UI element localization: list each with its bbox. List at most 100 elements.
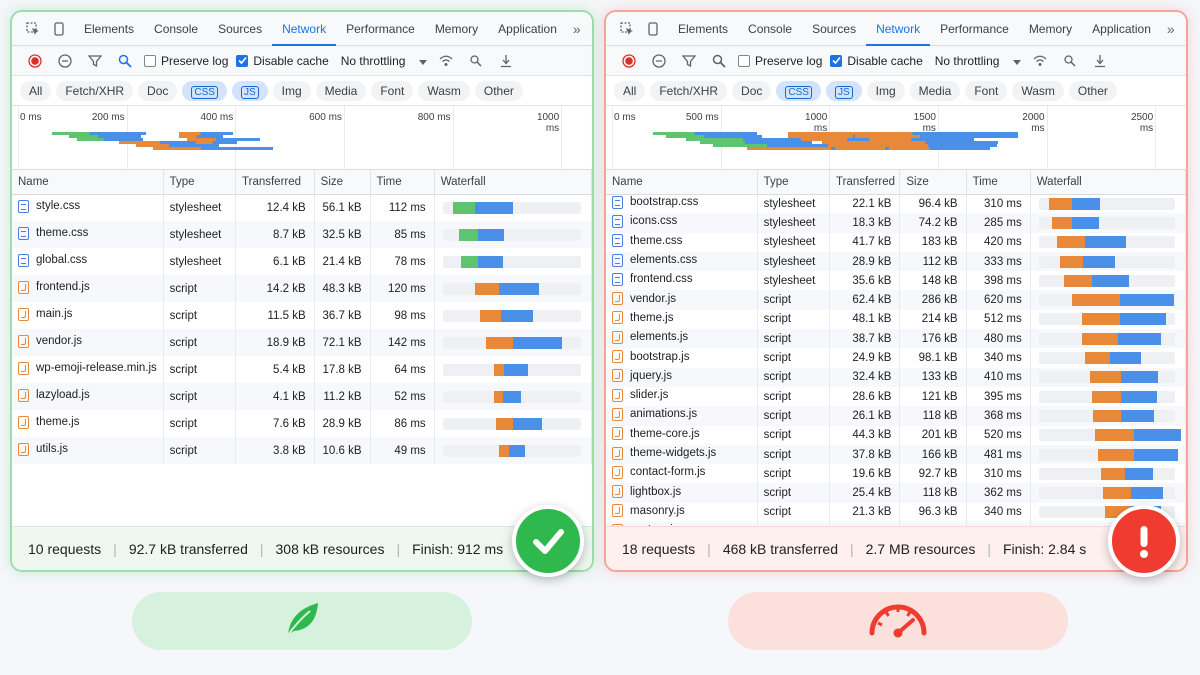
search-icon[interactable] [114, 50, 136, 72]
table-row[interactable]: theme-widgets.js script 37.8 kB 166 kB 481 m… [606, 444, 1186, 465]
tab-memory[interactable]: Memory [425, 12, 488, 46]
filter-chip-media[interactable]: Media [909, 80, 961, 101]
request-name-cell[interactable]: theme-core.js [606, 425, 758, 445]
tab-sources[interactable]: Sources [802, 12, 866, 46]
table-row[interactable]: theme-core.js script 44.3 kB 201 kB 520 ms [606, 425, 1186, 445]
request-name-cell[interactable]: contact-form.js [606, 464, 758, 484]
tab-network[interactable]: Network [272, 12, 337, 46]
import-har-icon[interactable] [1059, 50, 1081, 72]
table-row[interactable]: elements.css stylesheet 28.9 kB 112 kB 333 m… [606, 251, 1186, 272]
table-row[interactable]: vendor.js script 18.9 kB 72.1 kB 142 ms [12, 329, 592, 356]
tab-application[interactable]: Application [1082, 12, 1161, 46]
filter-chip-font[interactable]: Font [965, 80, 1008, 101]
column-header-time[interactable]: Time [370, 170, 435, 195]
export-har-icon[interactable] [495, 50, 517, 72]
request-name-cell[interactable]: animations.js [606, 406, 758, 426]
clear-icon[interactable] [648, 50, 670, 72]
request-name-cell[interactable]: theme.js [606, 309, 758, 330]
table-row[interactable]: lightbox.js script 25.4 kB 118 kB 362 ms [606, 483, 1186, 503]
request-name-cell[interactable]: utils.js [12, 437, 164, 464]
filter-chip-doc[interactable]: Doc [732, 80, 772, 101]
request-name-cell[interactable]: elements.js [606, 329, 758, 349]
tab-console[interactable]: Console [144, 12, 208, 46]
filter-icon[interactable] [84, 50, 106, 72]
table-row[interactable]: theme.js script 7.6 kB 28.9 kB 86 ms [12, 410, 592, 437]
more-tabs-icon[interactable]: » [1161, 21, 1181, 37]
table-row[interactable]: bootstrap.css stylesheet 22.1 kB 96.4 kB 310… [606, 194, 1186, 214]
network-conditions-icon[interactable] [435, 50, 457, 72]
filter-chip-all[interactable]: All [20, 80, 52, 101]
inspect-element-icon[interactable] [616, 18, 638, 40]
request-name-cell[interactable]: bootstrap.js [606, 348, 758, 368]
filter-chip-js[interactable]: JS [825, 80, 862, 101]
table-row[interactable]: theme.css stylesheet 8.7 kB 32.5 kB 85 ms [12, 221, 592, 248]
column-header-waterfall[interactable]: Waterfall [434, 170, 592, 195]
preserve-log-checkbox[interactable]: Preserve log [144, 54, 228, 68]
request-name-cell[interactable]: lazyload.js [12, 383, 164, 410]
table-row[interactable]: frontend.css stylesheet 35.6 kB 148 kB 398 m… [606, 271, 1186, 291]
filter-chip-media[interactable]: Media [315, 80, 367, 101]
column-header-type[interactable]: Type [163, 170, 237, 195]
tab-console[interactable]: Console [738, 12, 802, 46]
import-har-icon[interactable] [465, 50, 487, 72]
request-name-cell[interactable]: main.js [12, 302, 164, 329]
throttling-select[interactable]: No throttling [341, 54, 428, 68]
table-row[interactable]: vendor.js script 62.4 kB 286 kB 620 ms [606, 290, 1186, 310]
record-icon[interactable] [24, 50, 46, 72]
request-name-cell[interactable]: style.css [12, 194, 164, 221]
filter-chip-other[interactable]: Other [474, 80, 523, 101]
request-name-cell[interactable]: icons.css [606, 213, 758, 233]
request-name-cell[interactable]: global.css [12, 248, 164, 275]
column-header-type[interactable]: Type [757, 170, 831, 195]
request-name-cell[interactable]: theme.js [12, 410, 164, 437]
request-name-cell[interactable]: frontend.js [12, 275, 164, 302]
request-name-cell[interactable]: elements.css [606, 251, 758, 272]
filter-chip-wasm[interactable]: Wasm [418, 80, 470, 101]
tab-sources[interactable]: Sources [208, 12, 272, 46]
throttling-select[interactable]: No throttling [935, 54, 1022, 68]
table-row[interactable]: theme.js script 48.1 kB 214 kB 512 ms [606, 309, 1186, 330]
filter-chip-other[interactable]: Other [1068, 80, 1117, 101]
device-toolbar-icon[interactable] [48, 18, 70, 40]
request-name-cell[interactable]: frontend.css [606, 271, 758, 291]
more-tabs-icon[interactable]: » [567, 21, 587, 37]
network-conditions-icon[interactable] [1029, 50, 1051, 72]
table-row[interactable]: style.css stylesheet 12.4 kB 56.1 kB 112 ms [12, 194, 592, 221]
request-name-cell[interactable]: slider.js [606, 386, 758, 407]
export-har-icon[interactable] [1089, 50, 1111, 72]
filter-chip-fetchxhr[interactable]: Fetch/XHR [650, 80, 728, 101]
filter-chip-js[interactable]: JS [231, 80, 268, 101]
record-icon[interactable] [618, 50, 640, 72]
request-name-cell[interactable]: lightbox.js [606, 483, 758, 503]
tab-network[interactable]: Network [866, 12, 931, 46]
tab-performance[interactable]: Performance [336, 12, 425, 46]
filter-chip-img[interactable]: Img [866, 80, 905, 101]
request-name-cell[interactable]: wp-emoji-release.min.js [12, 356, 164, 383]
request-name-cell[interactable]: theme-widgets.js [606, 444, 758, 465]
table-row[interactable]: theme.css stylesheet 41.7 kB 183 kB 420 ms [606, 232, 1186, 252]
request-name-cell[interactable]: theme.css [12, 221, 164, 248]
filter-chip-css[interactable]: CSS [776, 80, 821, 101]
disable-cache-checkbox[interactable]: Disable cache [236, 54, 329, 68]
inspect-element-icon[interactable] [22, 18, 44, 40]
table-row[interactable]: masonry.js script 21.3 kB 96.3 kB 340 ms [606, 502, 1186, 523]
table-row[interactable]: slider.js script 28.6 kB 121 kB 395 ms [606, 386, 1186, 407]
column-header-name[interactable]: Name [606, 170, 758, 195]
column-header-transferred[interactable]: Transferred [829, 170, 901, 195]
filter-chip-font[interactable]: Font [371, 80, 414, 101]
column-header-waterfall[interactable]: Waterfall [1030, 170, 1186, 195]
table-row[interactable]: bootstrap.js script 24.9 kB 98.1 kB 340 ms [606, 348, 1186, 368]
table-row[interactable]: frontend.js script 14.2 kB 48.3 kB 120 ms [12, 275, 592, 302]
table-row[interactable]: utils.js script 3.8 kB 10.6 kB 49 ms [12, 437, 592, 464]
table-row[interactable]: jquery.js script 32.4 kB 133 kB 410 ms [606, 367, 1186, 387]
disable-cache-checkbox[interactable]: Disable cache [830, 54, 923, 68]
filter-chip-img[interactable]: Img [272, 80, 311, 101]
filter-chip-wasm[interactable]: Wasm [1012, 80, 1064, 101]
table-row[interactable]: global.css stylesheet 6.1 kB 21.4 kB 78 ms [12, 248, 592, 275]
preserve-log-checkbox[interactable]: Preserve log [738, 54, 822, 68]
request-name-cell[interactable]: bootstrap.css [606, 194, 758, 214]
table-row[interactable]: elements.js script 38.7 kB 176 kB 480 ms [606, 329, 1186, 349]
device-toolbar-icon[interactable] [642, 18, 664, 40]
column-header-size[interactable]: Size [314, 170, 371, 195]
column-header-time[interactable]: Time [966, 170, 1031, 195]
